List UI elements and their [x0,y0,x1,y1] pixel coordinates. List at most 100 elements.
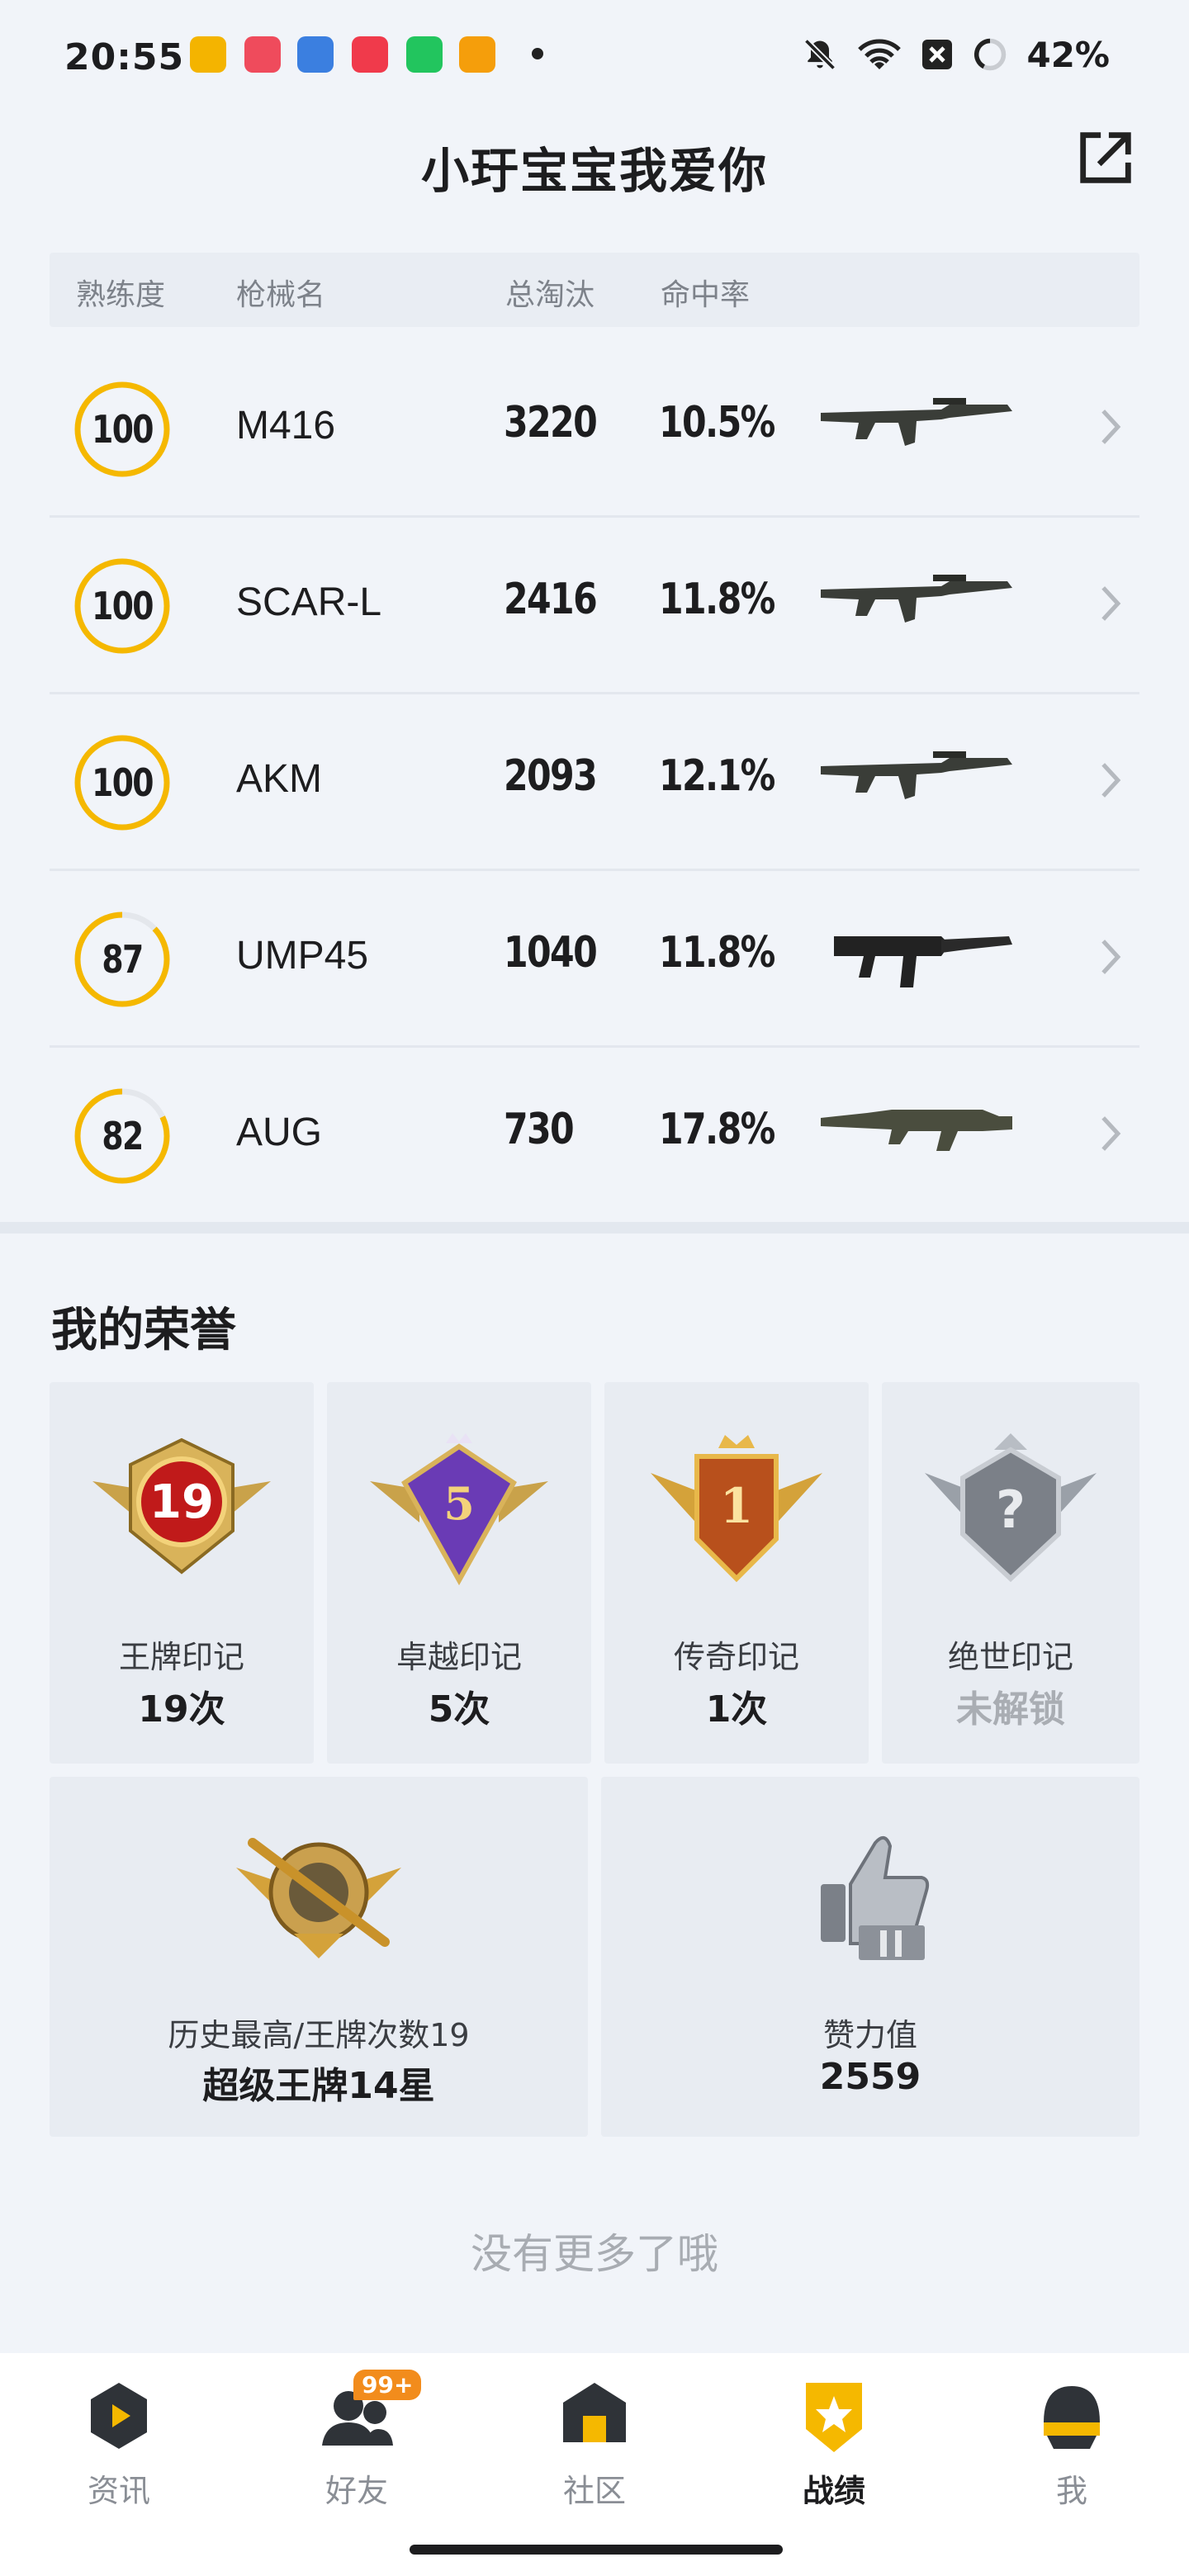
bullpup-rifle-icon [821,1110,1012,1151]
weapon-name: SCAR-L [236,580,382,624]
mute-bell-icon [804,38,836,71]
tab-profile[interactable]: 我 [989,2376,1154,2509]
weapon-kills: 3220 [504,398,598,447]
news-icon [91,2383,147,2449]
weapon-row[interactable]: 82 AUG 730 17.8% [50,1047,1139,1224]
notification-app-icon [244,36,281,73]
tab-label: 资讯 [87,2473,150,2509]
ace-emblem-icon: 19 [92,1437,271,1574]
assault-rifle-icon [821,575,1012,623]
chevron-right-icon[interactable] [1098,936,1123,978]
weapon-table-header: 熟练度 枪械名 总淘汰 命中率 [50,253,1139,327]
weapon-name: UMP45 [236,934,369,978]
tab-friends[interactable]: 99+ 好友 [274,2370,439,2509]
tab-label: 好友 [324,2473,388,2509]
tab-community[interactable]: 社区 [512,2376,677,2509]
chevron-right-icon[interactable] [1098,406,1123,447]
honor-card-value: 1次 [705,1688,768,1731]
weapon-accuracy: 10.5% [659,398,775,447]
weapon-name: AKM [236,757,323,801]
chevron-right-icon[interactable] [1098,760,1123,801]
assault-rifle-icon [821,751,1012,799]
weapon-row[interactable]: 87 UMP45 1040 11.8% [50,870,1139,1048]
community-icon [563,2383,626,2442]
status-time: 20:55 [64,36,185,78]
notification-app-icon [352,36,388,73]
weapon-kills: 2093 [504,751,598,801]
weapon-row[interactable]: 100 SCAR-L 2416 11.8% [50,517,1139,694]
weapon-row[interactable]: 100 AKM 2093 12.1% [50,694,1139,871]
home-indicator[interactable] [410,2545,783,2555]
locked-emblem-icon: ? [925,1433,1097,1583]
assault-rifle-icon [821,398,1012,446]
honor-card-label: 卓越印记 [396,1639,522,1675]
battery-ring-icon [974,38,1007,71]
weapon-kills: 1040 [504,928,598,978]
section-divider [0,1222,1189,1234]
excellence-emblem-icon: 5 [370,1433,548,1586]
tab-news[interactable]: 资讯 [36,2376,201,2509]
highest-rank-label: 历史最高/王牌次数19 [168,2017,470,2053]
honor-card-label: 王牌印记 [118,1639,244,1675]
smg-icon [834,936,1012,987]
sim-off-icon [922,40,953,69]
profile-icon [1044,2386,1100,2449]
honor-card-label: 绝世印记 [947,1639,1073,1675]
share-icon[interactable] [1073,125,1138,190]
column-header-accuracy: 命中率 [661,278,751,312]
weapon-row[interactable]: 100 M416 3220 10.5% [50,340,1139,518]
notification-app-icon [406,36,443,73]
wifi-icon [858,39,902,69]
honor-card-value: 未解锁 [956,1688,1065,1731]
battery-percent: 42% [1026,34,1110,75]
mastery-value: 87 [102,937,144,982]
notification-app-icon [297,36,334,73]
column-header-mastery: 熟练度 [76,278,166,312]
friends-badge: 99+ [353,2370,422,2400]
likes-value: 2559 [819,2056,921,2098]
status-bar: 20:55 42% [0,0,1189,116]
mastery-value: 100 [92,584,154,628]
mastery-value: 82 [102,1114,144,1158]
tab-record[interactable]: 战绩 [751,2376,917,2509]
weapon-accuracy: 11.8% [659,928,775,978]
tab-label: 我 [1055,2473,1087,2509]
tab-label: 社区 [562,2473,626,2509]
excellence-emblem-number: 5 [443,1477,475,1530]
legend-emblem-icon: 1 [651,1435,822,1583]
honor-card-peerless[interactable]: ? 绝世印记 未解锁 [882,1382,1139,1764]
column-header-kills: 总淘汰 [505,278,595,312]
mastery-value: 100 [92,760,154,805]
legend-emblem-number: 1 [720,1478,753,1534]
likes-card[interactable]: 赞力值 2559 [601,1777,1139,2137]
sniper-rank-emblem-icon [236,1838,401,1958]
weapon-name: AUG [236,1110,323,1154]
weapon-accuracy: 12.1% [659,751,775,801]
no-more-text: 没有更多了哦 [471,2230,718,2278]
honor-card-value: 19次 [138,1688,225,1731]
thumbs-up-trophy-icon [821,1836,930,1960]
honor-card-label: 传奇印记 [673,1639,799,1675]
honors-section-title: 我的荣誉 [51,1304,236,1357]
weapon-accuracy: 11.8% [659,575,775,624]
chevron-right-icon[interactable] [1098,583,1123,624]
notification-app-icon [459,36,495,73]
highest-rank-value: 超级王牌14星 [202,2065,435,2107]
likes-label: 赞力值 [822,2017,917,2053]
ace-emblem-number: 19 [149,1475,214,1529]
record-icon [806,2383,862,2452]
honor-card-value: 5次 [428,1688,490,1731]
page-title: 小玗宝宝我爱你 [420,143,768,199]
highest-rank-card[interactable]: 历史最高/王牌次数19 超级王牌14星 [50,1777,588,2137]
notification-app-icon [190,36,226,73]
honor-card-excellence[interactable]: 5 卓越印记 5次 [327,1382,591,1764]
chevron-right-icon[interactable] [1098,1113,1123,1154]
weapon-kills: 2416 [504,575,598,624]
more-notifications-dot [532,48,543,59]
weapon-kills: 730 [504,1105,575,1154]
weapon-accuracy: 17.8% [659,1105,775,1154]
honor-card-legend[interactable]: 1 传奇印记 1次 [604,1382,869,1764]
tab-label: 战绩 [802,2473,865,2509]
column-header-weapon-name: 枪械名 [236,278,326,312]
honor-card-ace[interactable]: 19 王牌印记 19次 [50,1382,314,1764]
